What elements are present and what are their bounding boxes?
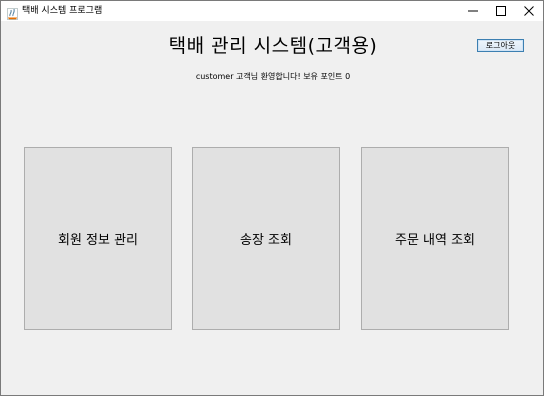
invoice-lookup-button[interactable]: 송장 조회	[192, 147, 340, 330]
app-window: 택배 시스템 프로그램 택배 관리 시스템(고객용) 로그아웃 customer…	[0, 0, 544, 396]
title-bar[interactable]: 택배 시스템 프로그램	[1, 1, 543, 21]
window-title: 택배 시스템 프로그램	[22, 6, 103, 16]
welcome-message: customer 고객님 환영합니다! 보유 포인트 0	[195, 72, 351, 81]
maximize-icon[interactable]	[487, 1, 515, 21]
member-info-label: 회원 정보 관리	[57, 233, 139, 248]
minimize-icon[interactable]	[459, 1, 487, 21]
member-info-button[interactable]: 회원 정보 관리	[24, 147, 172, 330]
page-title: 택배 관리 시스템(고객용)	[168, 35, 378, 57]
close-icon[interactable]	[515, 1, 543, 21]
logout-button[interactable]: 로그아웃	[477, 39, 524, 52]
invoice-lookup-label: 송장 조회	[240, 233, 292, 248]
order-history-button[interactable]: 주문 내역 조회	[361, 147, 509, 330]
java-app-icon	[7, 5, 18, 20]
order-history-label: 주문 내역 조회	[394, 233, 476, 248]
